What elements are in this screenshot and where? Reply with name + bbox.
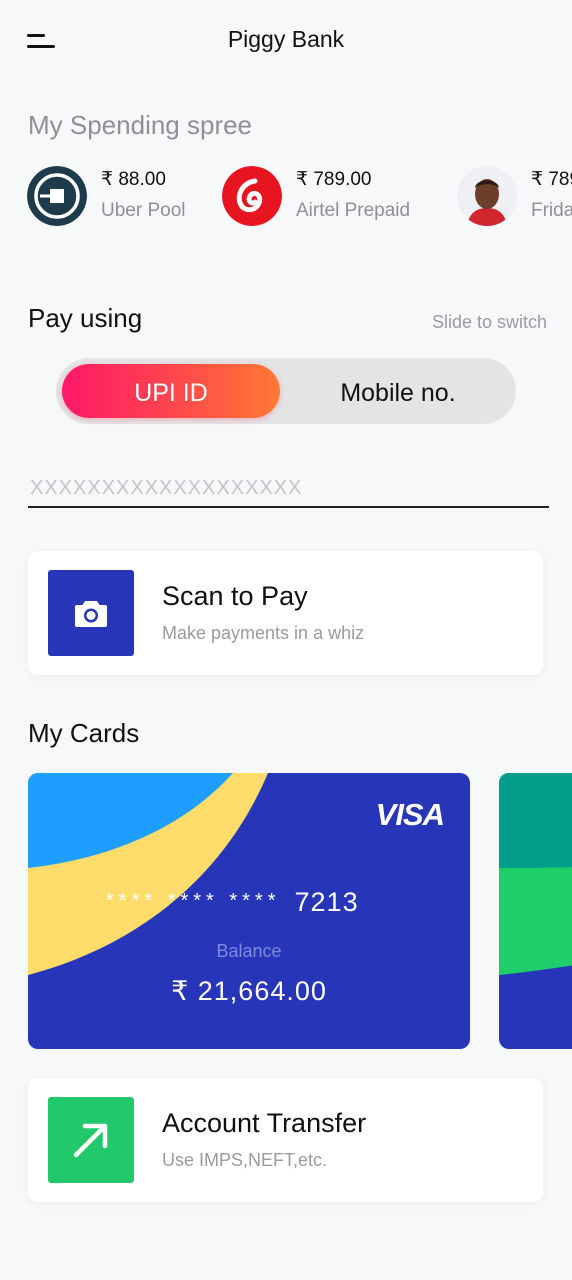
- toggle-option-mobile[interactable]: Mobile no.: [286, 364, 510, 418]
- account-transfer-card[interactable]: Account Transfer Use IMPS,NEFT,etc.: [28, 1078, 543, 1202]
- spending-amount: ₹ 789.00: [296, 169, 372, 190]
- visa-card[interactable]: VISA **** **** **** 7213 Balance ₹ 21,664…: [28, 773, 470, 1049]
- payment-method-toggle[interactable]: UPI ID Mobile no.: [56, 358, 516, 424]
- airtel-logo-icon: [222, 166, 282, 226]
- camera-icon: [48, 570, 134, 656]
- balance-label: Balance: [216, 941, 282, 961]
- scan-subtitle: Make payments in a whiz: [162, 623, 365, 643]
- spending-name: Airtel Prepaid: [296, 200, 411, 221]
- transfer-title: Account Transfer: [162, 1108, 367, 1138]
- person-avatar: [457, 166, 517, 226]
- my-cards-title: My Cards: [28, 718, 140, 748]
- card-background: [499, 773, 572, 1049]
- toggle-option-upi[interactable]: UPI ID: [62, 364, 280, 418]
- spending-section-title: My Spending spree: [28, 110, 253, 140]
- balance-value: ₹ 21,664.00: [171, 976, 327, 1006]
- uber-logo-icon: [27, 166, 87, 226]
- upi-id-input[interactable]: [28, 470, 549, 508]
- spending-name: Uber Pool: [101, 200, 186, 221]
- cards-carousel[interactable]: VISA **** **** **** 7213 Balance ₹ 21,664…: [0, 773, 572, 1049]
- scan-to-pay-card[interactable]: Scan to Pay Make payments in a whiz: [28, 551, 543, 675]
- card-number: **** **** **** 7213: [106, 887, 359, 918]
- spending-amount: ₹ 789: [531, 169, 572, 190]
- slide-hint: Slide to switch: [431, 312, 547, 332]
- scan-title: Scan to Pay: [162, 581, 308, 611]
- arrow-up-right-icon: [48, 1097, 134, 1183]
- second-card[interactable]: [499, 773, 572, 1049]
- spending-amount: ₹ 88.00: [101, 169, 166, 190]
- card-number-masked: **** **** ****: [106, 890, 281, 912]
- card-last4: 7213: [294, 887, 359, 917]
- spending-list: ₹ 88.00 Uber Pool ₹ 789.00 Airtel Prepai…: [27, 166, 572, 228]
- spending-name: Frida: [531, 200, 572, 221]
- pay-using-title: Pay using: [28, 303, 143, 333]
- transfer-subtitle: Use IMPS,NEFT,etc.: [162, 1150, 328, 1170]
- app-title: Piggy Bank: [227, 26, 345, 52]
- visa-logo-icon: VISA: [375, 797, 445, 832]
